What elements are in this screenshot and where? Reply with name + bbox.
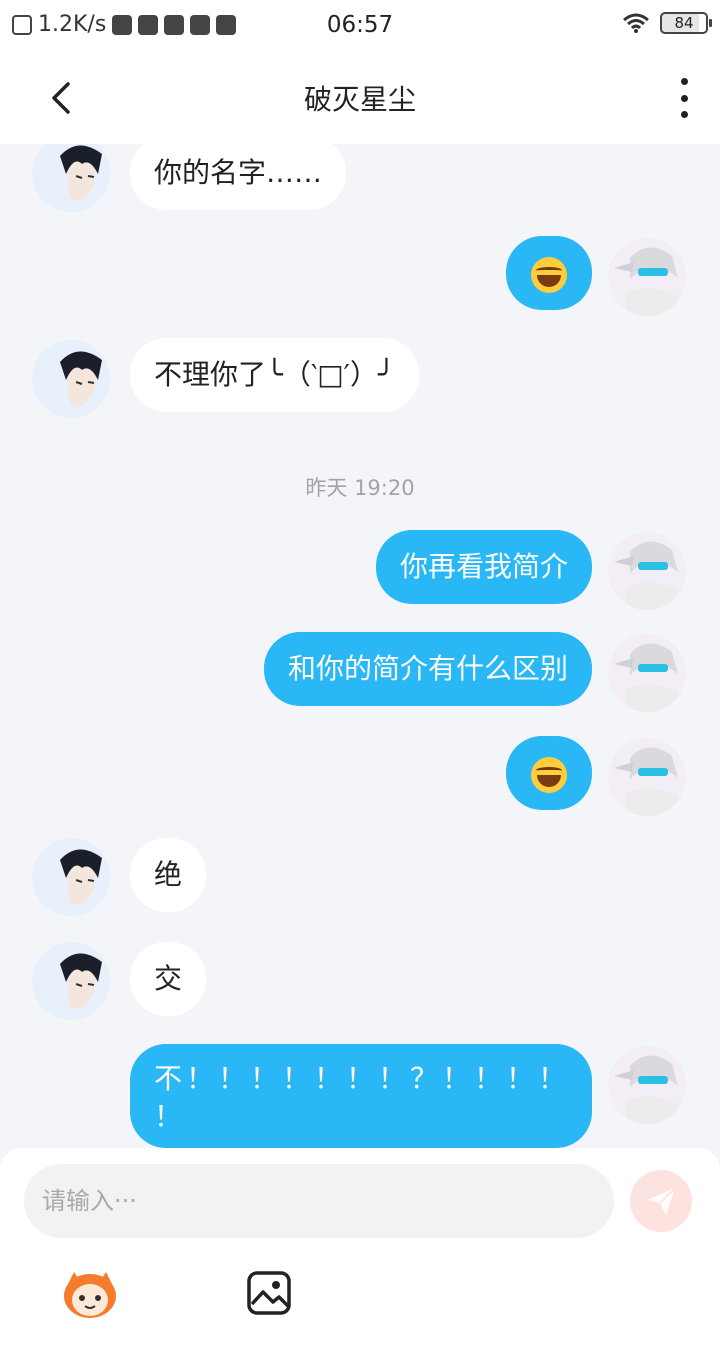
timestamp: 昨天 19:20 — [305, 476, 415, 500]
message-text: 你再看我简介 — [399, 550, 568, 583]
outgoing-message-bubble[interactable] — [506, 236, 592, 310]
outgoing-message-bubble[interactable]: 不！！！！！！！？！！！！ ！ — [130, 1044, 592, 1148]
user-avatar[interactable] — [608, 634, 686, 712]
contact-avatar[interactable] — [32, 942, 110, 1020]
more-options-button[interactable] — [674, 78, 694, 118]
anime-boy-avatar-icon — [32, 144, 110, 212]
send-button[interactable] — [630, 1170, 692, 1232]
anime-boy-avatar-icon — [32, 942, 110, 1020]
incoming-message-bubble[interactable]: 你的名字…… — [130, 144, 347, 210]
message-text-line: 不！！！！！！！？！！！！ — [154, 1062, 571, 1095]
chat-title: 破灭星尘 — [303, 83, 416, 116]
message-list[interactable]: 你的名字…… 不理你了╰（‵□′）╯ 昨天 19:20 你再看我简介 和你的简介… — [0, 144, 720, 1148]
outgoing-message-bubble[interactable]: 和你的简介有什么区别 — [263, 632, 592, 706]
message-text: 绝 — [154, 858, 183, 891]
chat-header: 破灭星尘 — [0, 52, 720, 144]
message-text-line: ！ — [154, 1100, 183, 1133]
incoming-message-bubble[interactable]: 绝 — [130, 838, 207, 912]
anime-silver-hair-avatar-icon — [608, 1046, 686, 1124]
image-button[interactable] — [246, 1270, 292, 1316]
anime-silver-hair-avatar-icon — [608, 532, 686, 610]
message-composer — [0, 1148, 720, 1356]
status-bar: 1.2K/s 06:57 84 — [0, 0, 720, 52]
message-input[interactable] — [24, 1164, 614, 1238]
laughing-tears-emoji-icon — [531, 757, 567, 793]
wifi-icon — [623, 13, 649, 33]
incoming-message-bubble[interactable]: 交 — [130, 942, 207, 1016]
message-text: 和你的简介有什么区别 — [287, 652, 568, 685]
status-right: 84 — [622, 12, 712, 34]
mascot-face-icon — [64, 1272, 116, 1318]
message-text: 交 — [154, 962, 183, 995]
sticker-button[interactable] — [60, 1268, 120, 1320]
anime-silver-hair-avatar-icon — [608, 238, 686, 316]
laughing-tears-emoji-icon — [531, 257, 567, 293]
clock: 06:57 — [326, 12, 394, 38]
contact-avatar[interactable] — [32, 340, 110, 418]
anime-boy-avatar-icon — [32, 340, 110, 418]
outgoing-message-bubble[interactable] — [506, 736, 592, 810]
message-text: 不理你了╰（‵□′）╯ — [154, 358, 395, 391]
anime-boy-avatar-icon — [32, 838, 110, 916]
user-avatar[interactable] — [608, 1046, 686, 1124]
image-icon — [247, 1271, 291, 1315]
paper-plane-icon — [647, 1187, 676, 1215]
message-text: 你的名字…… — [154, 156, 323, 189]
contact-avatar[interactable] — [32, 144, 110, 212]
outgoing-message-bubble[interactable]: 你再看我简介 — [375, 530, 592, 604]
battery-indicator: 84 — [660, 12, 712, 34]
incoming-message-bubble[interactable]: 不理你了╰（‵□′）╯ — [130, 338, 419, 412]
user-avatar[interactable] — [608, 738, 686, 816]
user-avatar[interactable] — [608, 238, 686, 316]
user-avatar[interactable] — [608, 532, 686, 610]
more-dot-icon — [680, 94, 688, 102]
more-dot-icon — [680, 78, 688, 85]
anime-silver-hair-avatar-icon — [608, 738, 686, 816]
anime-silver-hair-avatar-icon — [608, 634, 686, 712]
contact-avatar[interactable] — [32, 838, 110, 916]
more-dot-icon — [680, 111, 688, 118]
